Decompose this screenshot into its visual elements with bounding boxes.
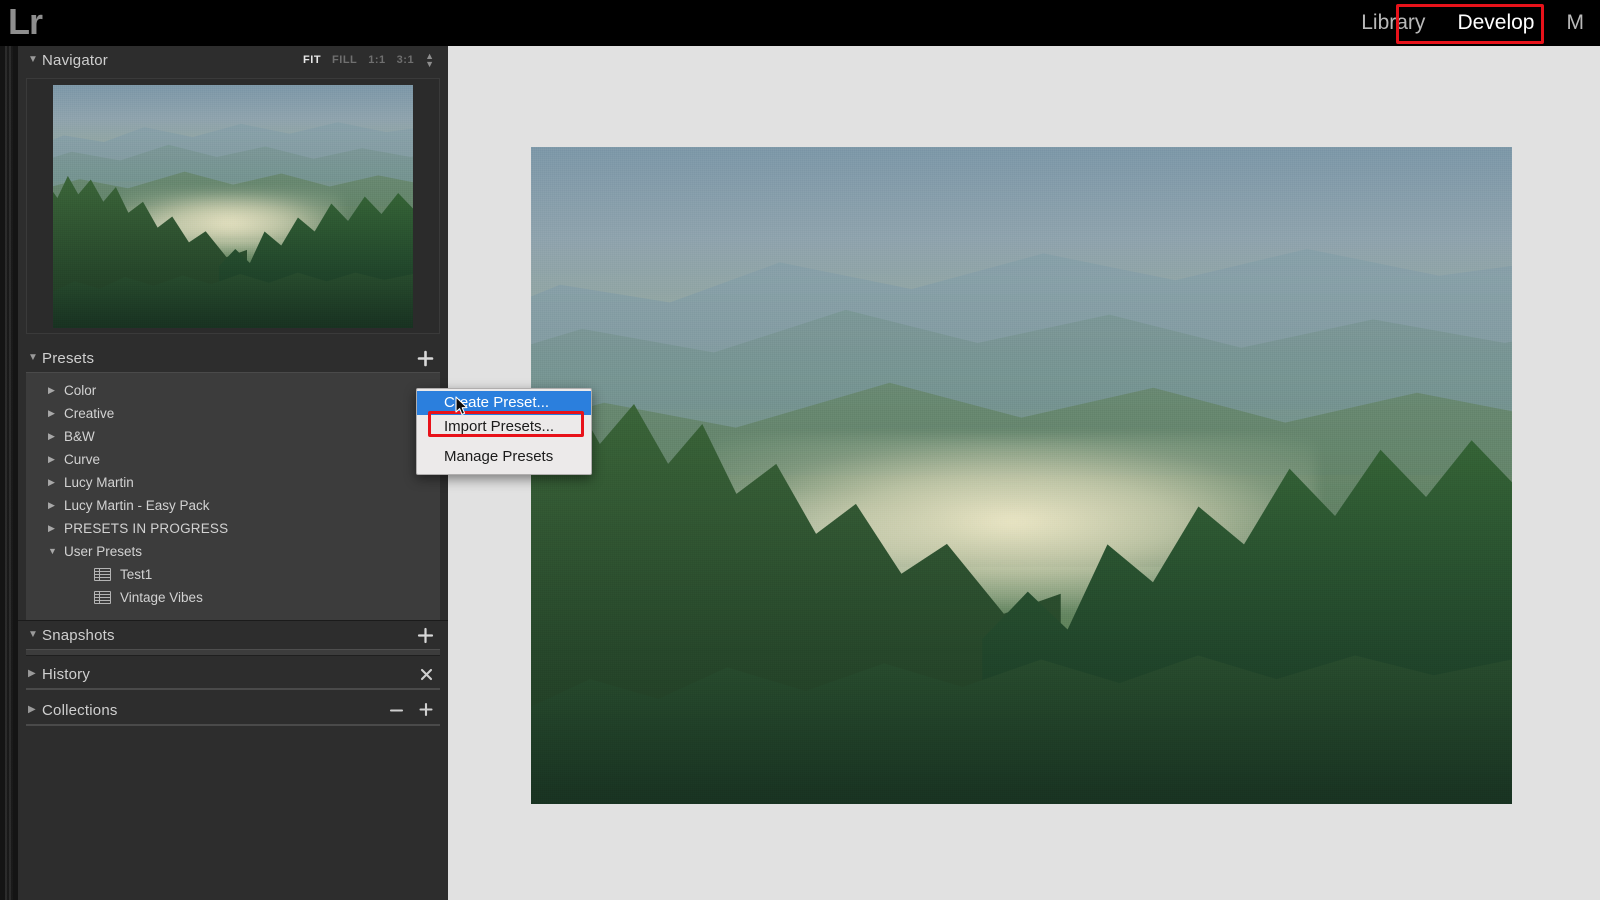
preset-group-curve[interactable]: ▶ Curve xyxy=(26,448,440,471)
presets-header[interactable]: ▼ Presets xyxy=(18,344,448,372)
chevron-right-icon[interactable]: ▶ xyxy=(48,409,64,418)
preset-icon xyxy=(94,568,111,581)
zoom-mode-3-1[interactable]: 3:1 xyxy=(397,54,414,66)
chevron-down-icon[interactable]: ▼ xyxy=(48,547,64,556)
zoom-mode-fill[interactable]: FILL xyxy=(332,54,357,66)
chevron-right-icon[interactable]: ▶ xyxy=(48,524,64,533)
preset-group-user-presets[interactable]: ▼ User Presets xyxy=(26,540,440,563)
preset-group-label: PRESETS IN PROGRESS xyxy=(64,521,228,536)
menu-item-create-preset[interactable]: Create Preset... xyxy=(417,391,591,415)
preset-group-lucy-martin-easy-pack[interactable]: ▶ Lucy Martin - Easy Pack xyxy=(26,494,440,517)
snapshots-add-icon[interactable] xyxy=(417,627,434,644)
lightroom-logo: Lr xyxy=(8,0,42,44)
preset-item-vintage-vibes[interactable]: Vintage Vibes xyxy=(26,586,440,609)
presets-add-icon[interactable] xyxy=(417,350,434,367)
snapshots-title: Snapshots xyxy=(42,627,115,644)
preset-icon xyxy=(94,591,111,604)
history-header[interactable]: ▶ History xyxy=(18,660,448,688)
top-bar: Lr Library Develop M xyxy=(0,0,1600,46)
main-photo[interactable] xyxy=(531,147,1512,804)
chevron-right-icon[interactable]: ▶ xyxy=(48,432,64,441)
history-disclosure-icon[interactable]: ▶ xyxy=(28,669,42,679)
navigator-preview[interactable] xyxy=(26,78,440,334)
module-item-develop[interactable]: Develop xyxy=(1441,7,1550,39)
preset-group-label: Lucy Martin - Easy Pack xyxy=(64,498,210,513)
preset-group-bw[interactable]: ▶ B&W xyxy=(26,425,440,448)
navigator-title: Navigator xyxy=(42,52,108,69)
preset-group-label: User Presets xyxy=(64,544,142,559)
chevron-right-icon[interactable]: ▶ xyxy=(48,501,64,510)
collections-header[interactable]: ▶ Collections xyxy=(18,696,448,724)
chevron-right-icon[interactable]: ▶ xyxy=(48,455,64,464)
navigator-disclosure-icon[interactable]: ▼ xyxy=(28,55,42,65)
chevron-up-down-icon[interactable]: ▲▼ xyxy=(425,52,434,68)
preset-item-label: Test1 xyxy=(120,567,152,582)
preset-group-label: B&W xyxy=(64,429,95,444)
preset-group-lucy-martin[interactable]: ▶ Lucy Martin xyxy=(26,471,440,494)
module-picker: Library Develop M xyxy=(1345,0,1600,46)
preset-group-label: Creative xyxy=(64,406,114,421)
collections-remove-icon[interactable] xyxy=(389,703,404,718)
collections-add-icon[interactable] xyxy=(418,702,434,718)
navigator-thumbnail xyxy=(53,85,413,328)
preset-item-test1[interactable]: Test1 xyxy=(26,563,440,586)
history-clear-icon[interactable] xyxy=(419,667,434,682)
chevron-right-icon[interactable]: ▶ xyxy=(48,478,64,487)
left-panel-collapse-handle[interactable] xyxy=(0,46,18,900)
collections-disclosure-icon[interactable]: ▶ xyxy=(28,705,42,715)
preset-group-creative[interactable]: ▶ Creative xyxy=(26,402,440,425)
lightroom-window: Lr Library Develop M ▼ Navigator FIT FIL… xyxy=(0,0,1600,900)
image-canvas[interactable] xyxy=(448,46,1600,900)
preset-group-label: Color xyxy=(64,383,96,398)
history-title: History xyxy=(42,666,90,683)
chevron-right-icon[interactable]: ▶ xyxy=(48,386,64,395)
menu-item-import-presets[interactable]: Import Presets... xyxy=(417,415,591,439)
snapshots-header[interactable]: ▼ Snapshots xyxy=(18,621,448,649)
navigator-zoom-controls: FIT FILL 1:1 3:1 ▲▼ xyxy=(303,52,434,68)
zoom-mode-fit[interactable]: FIT xyxy=(303,54,321,66)
panel-grip-icon xyxy=(5,46,13,900)
presets-title: Presets xyxy=(42,350,94,367)
collections-title: Collections xyxy=(42,702,118,719)
preset-group-label: Lucy Martin xyxy=(64,475,134,490)
presets-tree: ▶ Color ▶ Creative ▶ B&W ▶ Curve ▶ Lucy … xyxy=(26,372,440,620)
preset-group-presets-in-progress[interactable]: ▶ PRESETS IN PROGRESS xyxy=(26,517,440,540)
preset-group-color[interactable]: ▶ Color xyxy=(26,379,440,402)
module-item-library[interactable]: Library xyxy=(1345,7,1441,39)
snapshots-empty-list xyxy=(26,649,440,656)
navigator-header[interactable]: ▼ Navigator FIT FILL 1:1 3:1 ▲▼ xyxy=(18,46,448,74)
preset-group-label: Curve xyxy=(64,452,100,467)
module-item-map[interactable]: M xyxy=(1551,7,1600,39)
preset-item-label: Vintage Vibes xyxy=(120,590,203,605)
menu-item-manage-presets[interactable]: Manage Presets xyxy=(417,445,591,469)
zoom-mode-1-1[interactable]: 1:1 xyxy=(368,54,385,66)
presets-context-menu[interactable]: Create Preset... Import Presets... Manag… xyxy=(416,388,592,475)
collections-divider xyxy=(26,724,440,726)
snapshots-disclosure-icon[interactable]: ▼ xyxy=(28,630,42,640)
left-panel: ▼ Navigator FIT FILL 1:1 3:1 ▲▼ xyxy=(18,46,448,900)
presets-disclosure-icon[interactable]: ▼ xyxy=(28,353,42,363)
